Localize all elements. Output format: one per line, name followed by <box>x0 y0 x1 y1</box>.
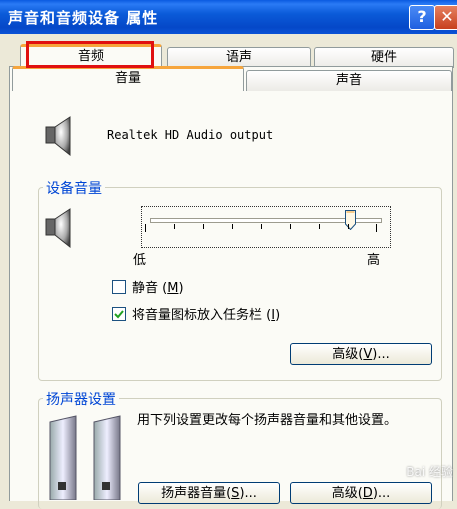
speaker-settings-description: 用下列设置更改每个扬声器音量和其他设置。 <box>137 413 398 428</box>
tray-label: 将音量图标放入任务栏 (I) <box>132 308 281 323</box>
checkmark-icon <box>114 309 124 318</box>
speaker-icon <box>44 206 78 254</box>
close-button[interactable]: ✕ <box>434 5 457 30</box>
device-name: Realtek HD Audio output <box>107 128 274 142</box>
tab-voice[interactable]: 语声 <box>167 47 311 68</box>
title-bar: 声音和音频设备 属性 ? ✕ <box>0 0 457 34</box>
device-volume-label: 设备音量 <box>43 178 105 198</box>
highlight-box <box>26 41 154 68</box>
tab-sounds[interactable]: 声音 <box>246 70 452 91</box>
advanced-speaker-button[interactable]: 高级(D)... <box>290 482 432 504</box>
slider-low-label: 低 <box>133 253 147 268</box>
speakers-icon <box>46 412 130 504</box>
mute-label: 静音 (M) <box>132 281 184 296</box>
speaker-settings-label: 扬声器设置 <box>43 389 119 409</box>
advanced-volume-button[interactable]: 高级(V)... <box>290 343 432 365</box>
speaker-icon <box>44 114 78 162</box>
tray-icon-checkbox[interactable]: 将音量图标放入任务栏 (I) <box>112 304 280 323</box>
tray-checkbox-box[interactable] <box>112 306 126 321</box>
tab-volume[interactable]: 音量 <box>12 66 244 91</box>
watermark: Bai 经验 <box>406 465 453 479</box>
help-button[interactable]: ? <box>409 5 435 30</box>
slider-ticks <box>145 224 377 232</box>
tab-hardware[interactable]: 硬件 <box>314 47 454 68</box>
speaker-volume-button[interactable]: 扬声器音量(S)... <box>138 482 280 504</box>
window-title: 声音和音频设备 属性 <box>8 9 159 27</box>
slider-high-label: 高 <box>367 253 381 268</box>
mute-checkbox[interactable]: 静音 (M) <box>112 277 184 296</box>
mute-checkbox-box[interactable] <box>112 279 126 294</box>
